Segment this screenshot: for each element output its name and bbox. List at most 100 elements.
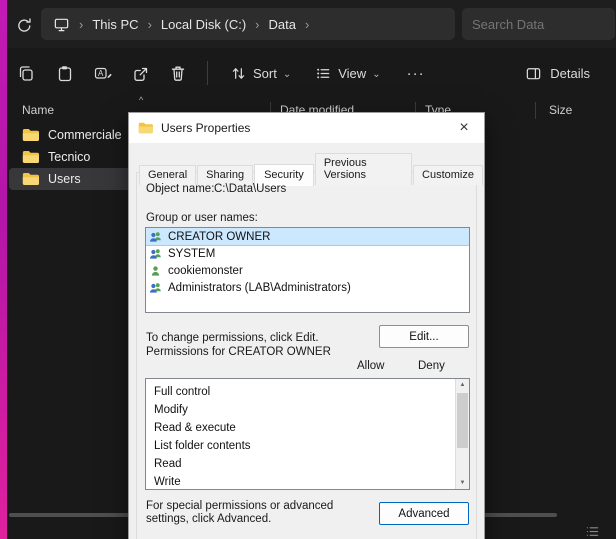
principal-row-cookiemonster[interactable]: cookiemonster [146,262,469,279]
chevron-down-icon: ⌄ [283,69,291,80]
permission-row-list-folder-contents[interactable]: List folder contents [146,437,469,455]
advanced-settings-text: For special permissions or advanced sett… [146,500,368,526]
breadcrumb-chevron[interactable]: › [79,17,83,32]
permission-row-read[interactable]: Read [146,455,469,473]
tab-sharing[interactable]: Sharing [197,165,253,185]
permission-row-modify[interactable]: Modify [146,401,469,419]
group-or-user-names-label: Group or user names: [146,212,258,224]
object-name-value: C:\Data\Users [214,183,286,195]
toolbar-divider [207,61,208,85]
principal-name: cookiemonster [168,265,243,277]
users-properties-dialog: Users Properties × General Sharing Secur… [128,112,485,539]
column-header-name[interactable]: Name [22,103,54,117]
folder-icon [22,150,39,164]
permission-name: List folder contents [154,440,251,452]
view-icon [315,65,332,82]
sort-ascending-indicator: ^ [139,95,143,105]
permission-name: Full control [154,386,210,398]
svg-text:A: A [98,69,104,78]
change-permissions-text: To change permissions, click Edit. [146,332,319,344]
details-pane-icon [525,65,542,82]
ellipsis-icon: ··· [407,65,425,82]
principal-row-administrators[interactable]: Administrators (LAB\Administrators) [146,279,469,296]
breadcrumb-chevron[interactable]: › [255,17,259,32]
group-icon [149,248,162,260]
view-button[interactable]: View ⌄ [303,56,392,90]
tab-previous-versions[interactable]: Previous Versions [315,153,412,185]
breadcrumb-chevron[interactable]: › [305,17,309,32]
scroll-up-icon[interactable]: ▲ [456,379,469,391]
principal-row-creator-owner[interactable]: CREATOR OWNER [146,228,469,245]
dialog-title: Users Properties [161,121,250,135]
permission-name: Modify [154,404,188,416]
breadcrumb-item-local-disk[interactable]: Local Disk (C:) [161,17,246,32]
permission-name: Read & execute [154,422,236,434]
refresh-icon [16,17,33,34]
scroll-down-icon[interactable]: ▼ [456,477,469,489]
sort-label: Sort [253,66,277,81]
dialog-title-bar: Users Properties × [129,113,484,143]
chevron-down-icon: ⌄ [372,69,380,80]
tab-customize[interactable]: Customize [413,165,483,185]
refresh-button[interactable] [13,14,35,36]
command-toolbar: A Sort ⌄ [7,50,616,96]
group-icon [149,231,162,243]
paste-button[interactable] [45,56,83,90]
folder-icon [22,172,39,186]
permission-name: Write [154,476,181,488]
search-box[interactable] [462,8,615,40]
permission-name: Read [154,458,182,470]
permission-row-full-control[interactable]: Full control [146,383,469,401]
file-explorer-window: › This PC › Local Disk (C:) › Data › [0,0,616,539]
navigation-bar: › This PC › Local Disk (C:) › Data › [7,0,616,48]
copy-icon [17,64,35,82]
principal-row-system[interactable]: SYSTEM [146,245,469,262]
group-user-list: CREATOR OWNER SYSTEM cookiemonster [145,227,470,313]
edit-button[interactable]: Edit... [379,325,469,348]
this-pc-icon [53,16,70,33]
view-label: View [338,66,366,81]
advanced-button[interactable]: Advanced [379,502,469,525]
folder-icon [22,128,39,142]
file-name: Commerciale [48,128,122,142]
principal-name: CREATOR OWNER [168,231,270,243]
permissions-for-label: Permissions for CREATOR OWNER [146,346,331,359]
share-icon [131,64,149,82]
dialog-tabs: General Sharing Security Previous Versio… [139,153,484,185]
permissions-list: Full control Modify Read & execute List … [145,378,470,490]
details-view-icon[interactable] [585,524,600,539]
scrollbar-thumb[interactable] [457,393,468,448]
more-options-button[interactable]: ··· [393,65,439,82]
delete-button[interactable] [159,56,197,90]
breadcrumb-item-this-pc[interactable]: This PC [92,17,138,32]
principal-name: Administrators (LAB\Administrators) [168,282,351,294]
column-divider[interactable] [535,102,536,119]
close-icon[interactable]: × [453,117,475,139]
copy-button[interactable] [7,56,45,90]
rename-button[interactable]: A [83,56,121,90]
sort-icon [230,65,247,82]
permission-row-write[interactable]: Write [146,473,469,490]
breadcrumb-item-data[interactable]: Data [269,17,296,32]
trash-icon [169,64,187,82]
tab-general[interactable]: General [139,165,196,185]
deny-column-label: Deny [418,360,445,372]
sort-button[interactable]: Sort ⌄ [218,56,303,90]
user-icon [149,265,162,277]
share-button[interactable] [121,56,159,90]
search-input[interactable] [472,17,616,32]
permissions-scrollbar[interactable]: ▲ ▼ [455,379,469,489]
rename-icon: A [93,64,112,82]
group-icon [149,282,162,294]
object-name-label: Object name: [146,183,214,195]
file-name: Tecnico [48,150,90,164]
permission-row-read-execute[interactable]: Read & execute [146,419,469,437]
breadcrumb-chevron[interactable]: › [148,17,152,32]
details-pane-button[interactable]: Details [515,59,600,88]
breadcrumb: › This PC › Local Disk (C:) › Data › [41,8,455,40]
folder-icon [138,122,153,134]
allow-column-label: Allow [357,360,384,372]
paste-icon [55,64,73,82]
column-header-size[interactable]: Size [549,103,572,117]
file-name: Users [48,172,81,186]
